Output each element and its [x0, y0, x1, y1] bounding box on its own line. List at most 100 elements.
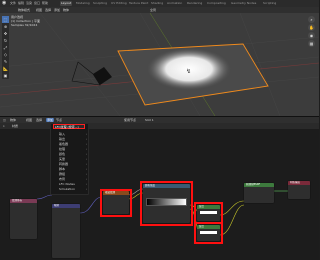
- menu-node[interactable]: 节点: [56, 118, 62, 122]
- annotate-icon[interactable]: ✎: [2, 58, 9, 65]
- menu-file[interactable]: 文件: [10, 1, 16, 6]
- menu-item-label: 纹理: [59, 147, 66, 151]
- transform-orientation[interactable]: 全局: [150, 8, 156, 12]
- submenu-arrow-icon: ›: [85, 167, 87, 171]
- add-menu-search[interactable]: LFC纹理 (搜索...): [53, 124, 85, 129]
- 3d-viewport[interactable]: ↯ 物体模式 视图 选择 添加 物体 全局 ⬚ ⊕ ✥ ↻ ⤢ ◇ ✎ 📐 ▣ …: [0, 7, 319, 116]
- menu-item-group[interactable]: 群组 ›: [59, 172, 87, 176]
- transform-icon[interactable]: ◇: [2, 51, 9, 58]
- menu-item-texture[interactable]: 纹理 ›: [59, 147, 87, 151]
- samples-info: Samples 32/1024: [11, 23, 38, 27]
- menu-window[interactable]: 窗口: [34, 1, 40, 6]
- tab-geometry-nodes[interactable]: Geometry Nodes: [230, 1, 257, 6]
- tab-shading[interactable]: Shading: [150, 1, 164, 6]
- node-material-output[interactable]: 材质输出: [288, 181, 310, 199]
- hand-icon[interactable]: ✋: [308, 24, 315, 31]
- node-title: 材质输出: [288, 181, 310, 185]
- highlight-mix-node-1: [194, 202, 223, 224]
- use-nodes-toggle[interactable]: 使用节点: [124, 118, 136, 122]
- menu-item-lfc-nodes[interactable]: LFC Nodes ›: [59, 182, 87, 186]
- menu-item-converter[interactable]: 转换器 ›: [59, 162, 87, 166]
- menu-item-label: 转换器: [59, 162, 69, 166]
- move-icon[interactable]: ✥: [2, 30, 9, 37]
- viewport-header: 物体模式 视图 选择 添加 物体 全局: [0, 7, 319, 13]
- tab-texture-paint[interactable]: Texture Paint: [128, 1, 149, 6]
- select-box-icon[interactable]: ⬚: [2, 16, 9, 23]
- submenu-arrow-icon: ›: [85, 152, 87, 156]
- editor-type-icon[interactable]: ◫: [3, 118, 6, 122]
- submenu-arrow-icon: ›: [85, 182, 87, 186]
- submenu-arrow-icon: ›: [85, 157, 87, 161]
- tab-rendering[interactable]: Rendering: [186, 1, 203, 6]
- blender-logo-icon[interactable]: ◉: [2, 1, 7, 6]
- menu-item-label: 脚本: [59, 167, 66, 171]
- menu-item-label: 颜色: [59, 152, 66, 156]
- zoom-icon[interactable]: ⌕: [308, 16, 315, 23]
- mode-selector[interactable]: 物体模式: [18, 8, 30, 12]
- submenu-arrow-icon: ›: [85, 172, 87, 176]
- menu-item-label: LFC Nodes: [59, 182, 75, 186]
- navigation-gizmos: ⌕ ✋ ◉ ▦: [308, 16, 316, 48]
- menu-object[interactable]: 物体: [63, 8, 69, 12]
- menu-item-simulation[interactable]: Simulation ›: [59, 187, 87, 191]
- highlight-mix-node-2: [194, 222, 223, 244]
- menu-item-script[interactable]: 脚本 ›: [59, 167, 87, 171]
- submenu-arrow-icon: ›: [85, 177, 87, 181]
- highlight-noise-node: [100, 189, 132, 217]
- scale-icon[interactable]: ⤢: [2, 44, 9, 51]
- grid-icon[interactable]: ▦: [308, 40, 315, 47]
- menu-item-label: Simulation: [59, 187, 75, 191]
- menu-item-input[interactable]: 输入 ›: [59, 132, 87, 136]
- tab-scripting[interactable]: Scripting: [262, 1, 277, 6]
- camera-view-icon[interactable]: ◉: [308, 32, 315, 39]
- tool-shelf: ⬚ ⊕ ✥ ↻ ⤢ ◇ ✎ 📐 ▣: [2, 16, 9, 79]
- menu-select[interactable]: 选择: [45, 8, 51, 12]
- add-menu-popup: LFC纹理 (搜索...) 输入 › 输出 › 着色器 › 纹理 › 颜色 › 矢量 › 转…: [50, 123, 89, 195]
- node-canvas[interactable]: 纹理坐标 映射 噪波纹理 颜色渐变 混合 混合 原理化BSDF 材质输出: [0, 129, 319, 260]
- pin-icon[interactable]: ⌖: [3, 124, 5, 128]
- menu-edit[interactable]: 编辑: [18, 1, 24, 6]
- menu-item-layout[interactable]: 布局 ›: [59, 177, 87, 181]
- menu-add[interactable]: 添加: [46, 118, 55, 122]
- submenu-arrow-icon: ›: [85, 132, 87, 136]
- rotate-icon[interactable]: ↻: [2, 37, 9, 44]
- menu-item-color[interactable]: 颜色 ›: [59, 152, 87, 156]
- menu-item-label: 群组: [59, 172, 66, 176]
- slot-selector[interactable]: Slot 1: [145, 118, 154, 122]
- tab-modeling[interactable]: Modeling: [75, 1, 91, 6]
- menu-item-label: 布局: [59, 177, 66, 181]
- measure-icon[interactable]: 📐: [2, 65, 9, 72]
- menu-view[interactable]: 视图: [26, 118, 32, 122]
- top-bar: ◉ 文件 编辑 渲染 窗口 帮助 Layout Modeling Sculpti…: [0, 0, 319, 7]
- highlight-color-ramp-node: [140, 181, 193, 226]
- menu-item-output[interactable]: 输出 ›: [59, 137, 87, 141]
- submenu-arrow-icon: ›: [85, 147, 87, 151]
- node-title: 原理化BSDF: [244, 183, 274, 187]
- tab-compositing[interactable]: Compositing: [206, 1, 227, 6]
- cursor-icon[interactable]: ⊕: [2, 23, 9, 30]
- tab-sculpting[interactable]: Sculpting: [92, 1, 108, 6]
- tab-layout[interactable]: Layout: [60, 1, 73, 6]
- node-mapping[interactable]: 映射: [52, 204, 80, 258]
- menu-item-label: 输出: [59, 137, 66, 141]
- tab-uv-editing[interactable]: UV Editing: [110, 1, 128, 6]
- object-type-select[interactable]: 物体: [10, 118, 16, 122]
- tab-animation[interactable]: Animation: [166, 1, 183, 6]
- material-selector[interactable]: 材质: [12, 124, 18, 128]
- add-cube-icon[interactable]: ▣: [2, 72, 9, 79]
- node-principled-bsdf[interactable]: 原理化BSDF: [244, 183, 274, 203]
- menu-render[interactable]: 渲染: [26, 1, 32, 6]
- menu-item-vector[interactable]: 矢量 ›: [59, 157, 87, 161]
- camera-icon: [93, 67, 112, 85]
- node-title: 映射: [52, 204, 80, 208]
- submenu-arrow-icon: ›: [85, 142, 87, 146]
- node-texture-coordinate[interactable]: 纹理坐标: [10, 199, 37, 239]
- menu-add[interactable]: 添加: [54, 8, 60, 12]
- menu-item-shader[interactable]: 着色器 ›: [59, 142, 87, 146]
- node-title: 纹理坐标: [10, 199, 37, 203]
- menu-select[interactable]: 选择: [36, 118, 42, 122]
- menu-item-label: 矢量: [59, 157, 66, 161]
- light-icon: ↯: [186, 68, 191, 75]
- menu-view[interactable]: 视图: [36, 8, 42, 12]
- menu-help[interactable]: 帮助: [42, 1, 48, 6]
